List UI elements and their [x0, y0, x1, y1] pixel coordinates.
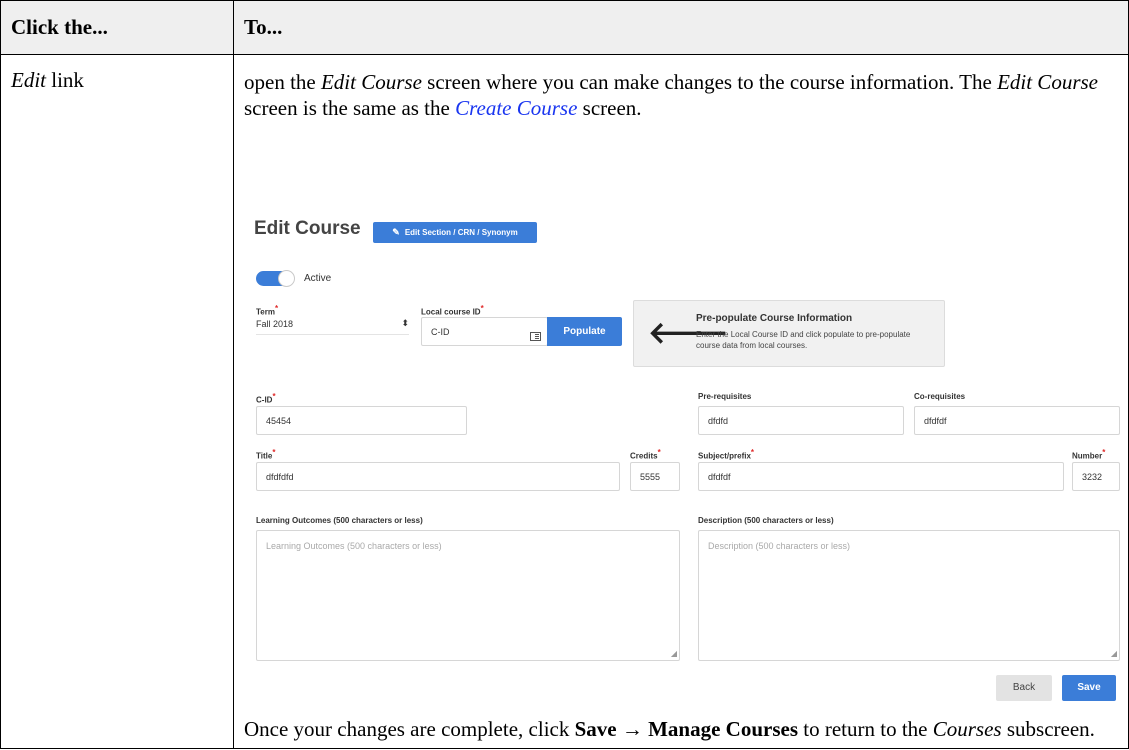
cid-label-text: C-ID	[256, 395, 273, 405]
local-course-id-label-text: Local course ID	[421, 307, 481, 317]
term-select[interactable]: Fall 2018 ⬍	[256, 318, 409, 335]
table-row: Edit link open the Edit Course screen wh…	[0, 54, 1129, 749]
subject-prefix-label: Subject/prefix*	[698, 448, 754, 461]
required-mark: *	[272, 448, 276, 457]
resize-grip-icon[interactable]: ◢	[1111, 650, 1117, 658]
learning-outcomes-textarea[interactable]: Learning Outcomes (500 characters or les…	[256, 530, 680, 661]
id-card-icon[interactable]	[530, 332, 541, 341]
row-description-cell: open the Edit Course screen where you ca…	[233, 54, 1129, 749]
credits-input[interactable]: 5555	[630, 462, 680, 491]
description-placeholder: Description (500 characters or less)	[708, 541, 851, 551]
text-part: screen.	[577, 96, 642, 120]
text-part: screen is the same as the	[244, 96, 456, 120]
required-mark: *	[750, 448, 755, 457]
required-mark: *	[272, 392, 276, 401]
header-row: Click the... To...	[0, 0, 1129, 55]
manage-courses-term: Manage Courses	[648, 717, 799, 741]
create-course-link[interactable]: Create Course	[455, 96, 577, 120]
text-part: subscreen.	[1001, 717, 1095, 741]
edit-course-screenshot: Edit Course ✎ Edit Section / CRN / Synon…	[244, 163, 1124, 701]
title-input[interactable]: dfdfdfd	[256, 462, 620, 491]
arrow-term: →	[616, 717, 649, 741]
learning-outcomes-placeholder: Learning Outcomes (500 characters or les…	[266, 541, 442, 551]
save-term: Save	[574, 717, 617, 741]
header-click-the: Click the...	[0, 0, 234, 55]
row-action-cell: Edit link	[0, 54, 234, 749]
credits-label-text: Credits	[630, 451, 658, 461]
title-label: Title*	[256, 448, 275, 461]
description-textarea[interactable]: Description (500 characters or less) ◢	[698, 530, 1120, 661]
toggle-knob	[279, 271, 294, 286]
edit-section-label: Edit Section / CRN / Synonym	[404, 228, 518, 237]
learning-outcomes-label: Learning Outcomes (500 characters or les…	[256, 516, 423, 525]
link-suffix: link	[46, 68, 84, 92]
active-toggle[interactable]	[256, 271, 294, 286]
corequisites-input[interactable]: dfdfdf	[914, 406, 1120, 435]
back-button[interactable]: Back	[996, 675, 1052, 701]
text-part: screen where you can make changes to the…	[421, 70, 998, 94]
text-part: to return to the	[798, 717, 933, 741]
pencil-icon: ✎	[392, 227, 400, 237]
credits-label: Credits*	[630, 448, 661, 461]
number-label: Number*	[1072, 448, 1105, 461]
edit-course-term: Edit Course	[997, 70, 1098, 94]
courses-term: Courses	[932, 717, 1002, 741]
populate-button[interactable]: Populate	[547, 317, 622, 346]
local-course-id-label: Local course ID*	[421, 304, 484, 317]
description-paragraph: open the Edit Course screen where you ca…	[234, 55, 1128, 121]
instructions-table: Click the... To... Edit link open the Ed…	[0, 0, 1129, 749]
required-mark: *	[274, 304, 279, 313]
resize-grip-icon[interactable]: ◢	[671, 650, 677, 658]
corequisites-label: Co-requisites	[914, 392, 966, 401]
title-label-text: Title	[256, 451, 273, 461]
save-button[interactable]: Save	[1062, 675, 1116, 701]
edit-section-button[interactable]: ✎ Edit Section / CRN / Synonym	[373, 222, 537, 243]
term-label: Term*	[256, 304, 278, 317]
prepopulate-title: Pre-populate Course Information	[696, 313, 853, 324]
closing-paragraph: Once your changes are complete, click Sa…	[244, 716, 1114, 742]
subject-prefix-label-text: Subject/prefix	[698, 451, 751, 461]
term-label-text: Term	[256, 307, 275, 317]
cid-input[interactable]: 45454	[256, 406, 467, 435]
required-mark: *	[1102, 448, 1106, 457]
edit-course-title: Edit Course	[254, 218, 361, 239]
text-part: open the	[244, 70, 321, 94]
prepopulate-panel: 🡐 Pre-populate Course Information Enter …	[633, 300, 945, 367]
edit-term: Edit	[11, 68, 46, 92]
prerequisites-label: Pre-requisites	[698, 392, 752, 401]
header-to: To...	[233, 0, 1129, 55]
prerequisites-input[interactable]: dfdfd	[698, 406, 904, 435]
required-mark: *	[657, 448, 661, 457]
active-label: Active	[304, 273, 332, 284]
prepopulate-description: Enter the Local Course ID and click popu…	[696, 330, 911, 350]
local-course-id-input[interactable]: C-ID	[421, 317, 548, 346]
select-arrows-icon: ⬍	[401, 318, 409, 328]
cid-label: C-ID*	[256, 392, 276, 405]
number-label-text: Number	[1072, 451, 1103, 461]
edit-course-term: Edit Course	[320, 70, 422, 94]
term-value: Fall 2018	[256, 319, 294, 329]
subject-prefix-input[interactable]: dfdfdf	[698, 462, 1064, 491]
number-input[interactable]: 3232	[1072, 462, 1120, 491]
text-part: Once your changes are complete, click	[244, 717, 575, 741]
description-label: Description (500 characters or less)	[698, 516, 834, 525]
required-mark: *	[480, 304, 484, 313]
